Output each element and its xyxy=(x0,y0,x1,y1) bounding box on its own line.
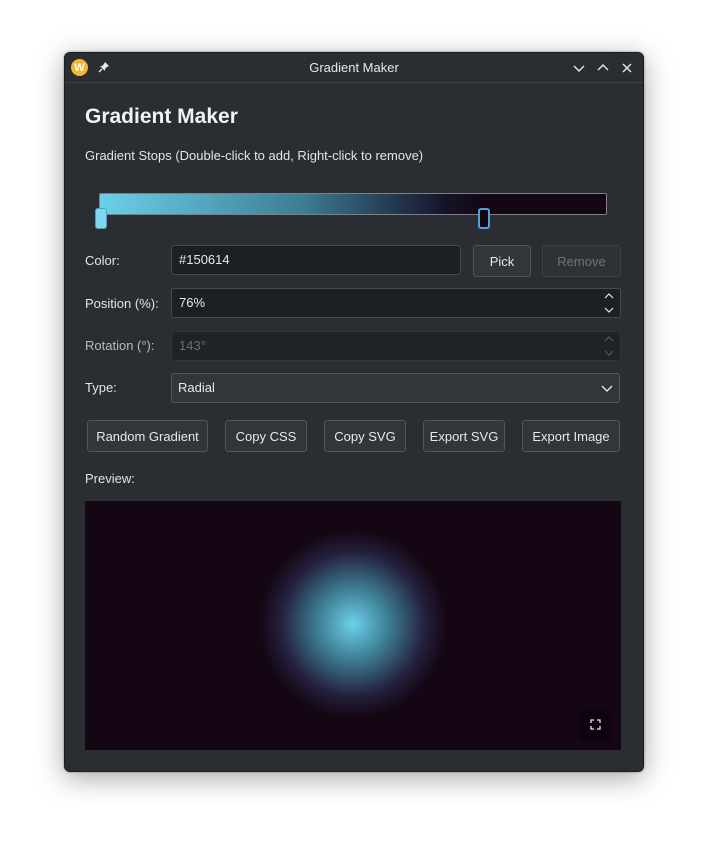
spin-arrows-icon xyxy=(603,336,615,356)
page-title: Gradient Maker xyxy=(85,105,238,128)
gradient-preview xyxy=(85,501,621,750)
copy-css-button[interactable]: Copy CSS xyxy=(225,420,307,452)
pick-button[interactable]: Pick xyxy=(473,245,531,277)
fullscreen-icon[interactable] xyxy=(580,709,611,740)
title-bar: W Gradient Maker xyxy=(65,53,643,83)
rotation-value: 143° xyxy=(179,338,206,353)
export-svg-button[interactable]: Export SVG xyxy=(423,420,505,452)
minimize-icon[interactable] xyxy=(570,59,588,77)
random-gradient-button[interactable]: Random Gradient xyxy=(87,420,208,452)
gradient-stops-hint: Gradient Stops (Double-click to add, Rig… xyxy=(85,148,424,163)
gradient-stop-handle-selected[interactable] xyxy=(478,208,490,229)
preview-label: Preview: xyxy=(85,471,135,486)
position-value: 76% xyxy=(179,295,206,310)
rotation-spinbox[interactable]: 143° xyxy=(171,331,621,361)
remove-button[interactable]: Remove xyxy=(542,245,621,277)
type-label: Type: xyxy=(85,380,117,395)
spin-arrows-icon[interactable] xyxy=(603,293,615,313)
gradient-stop-handle-start[interactable] xyxy=(95,208,107,229)
app-window: W Gradient Maker Gradient Maker Gradient… xyxy=(64,52,644,772)
chevron-down-icon xyxy=(601,385,613,392)
type-select[interactable]: Radial xyxy=(171,373,620,403)
gradient-stops-bar[interactable] xyxy=(99,193,607,215)
export-image-button[interactable]: Export Image xyxy=(522,420,620,452)
position-label: Position (%): xyxy=(85,296,159,311)
main-content: Gradient Maker Gradient Stops (Double-cl… xyxy=(65,83,643,771)
type-value: Radial xyxy=(178,380,215,395)
rotation-label: Rotation (°): xyxy=(85,338,155,353)
color-field[interactable]: #150614 xyxy=(171,245,461,275)
maximize-icon[interactable] xyxy=(594,59,612,77)
color-label: Color: xyxy=(85,253,120,268)
position-spinbox[interactable]: 76% xyxy=(171,288,621,318)
close-icon[interactable] xyxy=(618,59,636,77)
window-title: Gradient Maker xyxy=(309,60,399,75)
copy-svg-button[interactable]: Copy SVG xyxy=(324,420,406,452)
